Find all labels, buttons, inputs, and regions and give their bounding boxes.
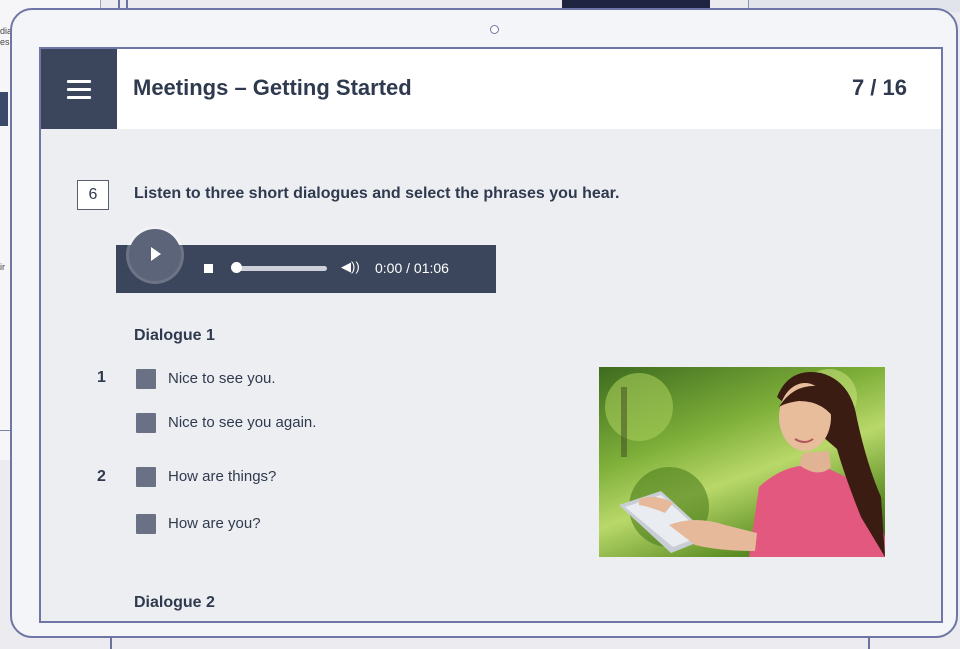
page-counter: 7 / 16	[851, 75, 907, 100]
background-text-fragment: es	[0, 37, 10, 47]
header-bar: Meetings – Getting Started 7 / 16	[41, 49, 941, 129]
item-number: 1	[97, 369, 106, 386]
hamburger-menu-icon	[67, 96, 91, 99]
dialogue-heading: Dialogue 1	[134, 327, 215, 344]
background-bar	[0, 92, 8, 126]
seek-handle[interactable]	[231, 262, 242, 273]
hamburger-menu-icon	[67, 88, 91, 91]
stop-icon[interactable]	[204, 264, 213, 273]
menu-button[interactable]	[41, 49, 117, 129]
option-label: Nice to see you.	[168, 370, 276, 387]
lesson-screen: Meetings – Getting Started 7 / 16 6 List…	[39, 47, 943, 623]
item-number: 2	[97, 468, 106, 485]
checkbox[interactable]	[136, 467, 156, 487]
background-text-fragment: ir	[0, 262, 5, 272]
woman-with-tablet-image	[605, 369, 885, 557]
checkbox[interactable]	[136, 413, 156, 433]
audio-time: 0:00 / 01:06	[375, 260, 449, 276]
seek-bar[interactable]	[235, 266, 327, 271]
play-button[interactable]	[129, 229, 181, 281]
checkbox[interactable]	[136, 514, 156, 534]
hamburger-menu-icon	[67, 80, 91, 83]
exercise-number: 6	[77, 180, 109, 210]
volume-icon[interactable]: ◀))	[341, 259, 360, 275]
exercise-instruction: Listen to three short dialogues and sele…	[134, 185, 620, 202]
background-dark-panel	[562, 0, 710, 8]
option-label: How are things?	[168, 468, 277, 485]
option-label: How are you?	[168, 515, 261, 532]
lesson-photo	[599, 367, 885, 557]
option-label: Nice to see you again.	[168, 414, 317, 431]
dialogue-heading: Dialogue 2	[134, 594, 215, 611]
page-title: Meetings – Getting Started	[133, 75, 412, 100]
tablet-frame: Meetings – Getting Started 7 / 16 6 List…	[10, 8, 958, 638]
checkbox[interactable]	[136, 369, 156, 389]
camera-icon	[490, 25, 499, 34]
